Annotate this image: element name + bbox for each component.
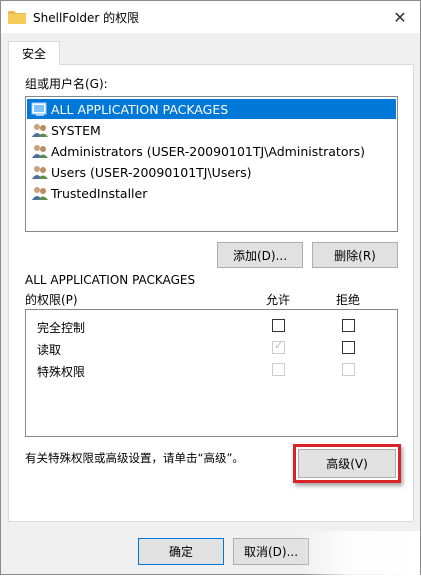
user-name: Users (USER-20090101TJ\Users) — [51, 164, 252, 180]
users-group-icon — [32, 187, 48, 200]
deny-column-header: 拒绝 — [336, 293, 361, 307]
advanced-hint-text: 有关特殊权限或高级设置，请单击“高级”。 — [25, 451, 244, 465]
user-name: Administrators (USER-20090101TJ\Administ… — [51, 143, 366, 159]
list-item[interactable]: TrustedInstaller — [27, 183, 147, 203]
group-or-user-label: 组或用户名(G): — [25, 77, 108, 91]
allow-column-header: 允许 — [266, 293, 291, 307]
read-deny-checkbox[interactable] — [342, 341, 355, 354]
list-item[interactable]: Administrators (USER-20090101TJ\Administ… — [27, 141, 365, 161]
title-bar: ShellFolder 的权限 ✕ — [1, 1, 420, 33]
permission-name-read: 读取 — [37, 343, 62, 357]
app-packages-icon — [31, 102, 47, 116]
special-deny-checkbox — [342, 363, 355, 376]
cancel-button[interactable]: 取消(D)... — [233, 538, 309, 565]
list-item[interactable]: Users (USER-20090101TJ\Users) — [27, 162, 252, 182]
permissions-subject-label: ALL APPLICATION PACKAGES — [25, 273, 196, 287]
checkmark-icon: ✓ — [274, 339, 284, 352]
users-group-icon — [32, 124, 48, 137]
add-button[interactable]: 添加(D)... — [217, 242, 303, 268]
permissions-dialog: ShellFolder 的权限 ✕ 安全 组或用户名(G): ALL APPLI… — [0, 0, 421, 576]
special-allow-checkbox — [272, 363, 285, 376]
ok-button[interactable]: 确定 — [138, 538, 224, 565]
user-name: ALL APPLICATION PACKAGES — [51, 101, 229, 117]
user-list[interactable]: ALL APPLICATION PACKAGES SYSTEM Administ… — [25, 96, 398, 232]
permissions-list: 完全控制 读取 ✓ 特殊权限 — [25, 309, 398, 437]
highlight-annotation — [293, 444, 401, 483]
close-button[interactable]: ✕ — [386, 5, 414, 29]
remove-button[interactable]: 删除(R) — [312, 242, 398, 268]
permissions-label: 的权限(P) — [25, 293, 78, 307]
users-group-icon — [32, 166, 48, 179]
window-title: ShellFolder 的权限 — [33, 11, 140, 25]
tab-security[interactable]: 安全 — [8, 41, 60, 65]
watermark-overlay — [301, 531, 420, 576]
full-control-deny-checkbox[interactable] — [342, 319, 355, 332]
permission-name-special: 特殊权限 — [37, 365, 86, 379]
user-name: SYSTEM — [51, 122, 101, 138]
list-item[interactable]: SYSTEM — [27, 120, 101, 140]
close-icon: ✕ — [393, 7, 407, 27]
user-name: TrustedInstaller — [51, 185, 148, 201]
read-allow-checkbox: ✓ — [272, 339, 285, 354]
users-group-icon — [32, 145, 48, 158]
full-control-allow-checkbox[interactable] — [272, 319, 285, 332]
folder-icon — [8, 11, 26, 24]
list-item[interactable]: ALL APPLICATION PACKAGES — [27, 99, 396, 119]
permission-name-full-control: 完全控制 — [37, 321, 86, 335]
